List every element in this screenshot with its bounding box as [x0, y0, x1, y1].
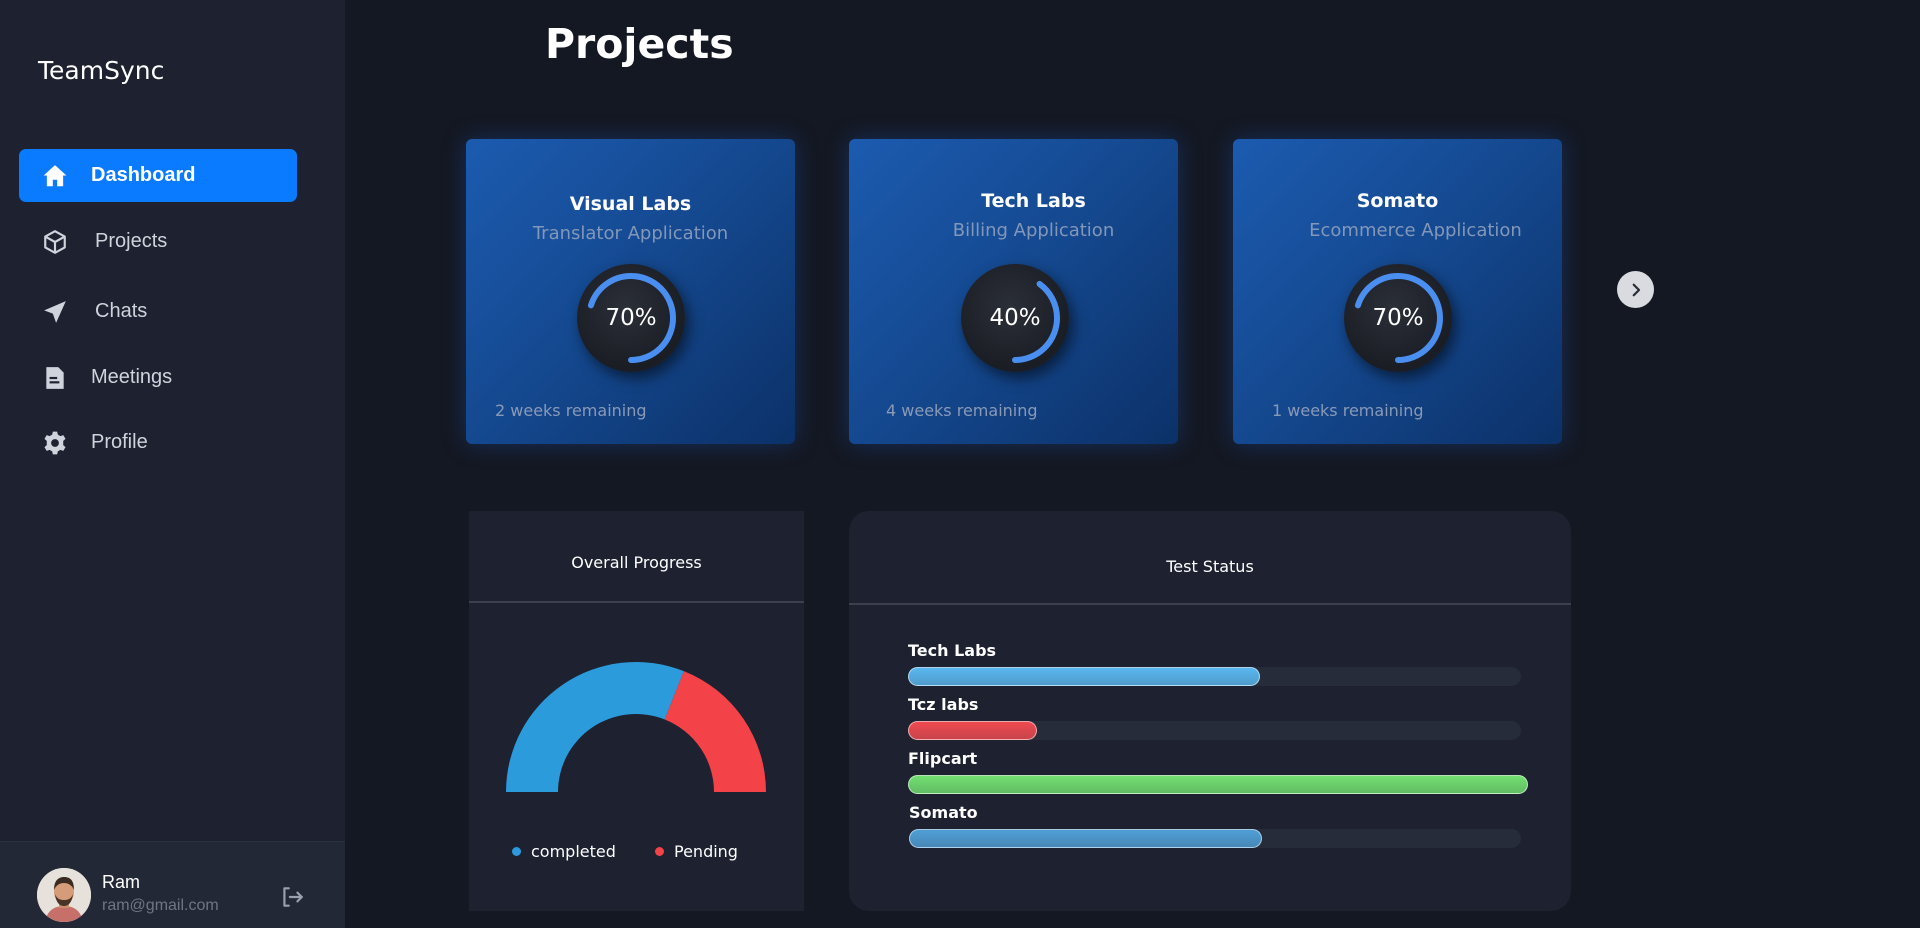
progress-bar-track: [908, 775, 1528, 794]
chevron-right-icon: [1632, 283, 1640, 296]
progress-ring: 40%: [961, 264, 1069, 372]
progress-percent: 70%: [605, 305, 657, 331]
progress-donut-chart: [506, 662, 766, 792]
project-name: Visual Labs: [569, 193, 692, 215]
sidebar-item-label: Profile: [91, 431, 148, 453]
project-card[interactable]: Tech Labs Billing Application 40% 4 week…: [849, 139, 1178, 444]
legend-item-completed: completed: [512, 842, 616, 861]
bar-label: Flipcart: [908, 749, 978, 768]
user-email: ram@gmail.com: [102, 897, 219, 914]
document-icon: [41, 364, 69, 392]
progress-bar-track: [909, 829, 1521, 848]
page-title: Projects: [545, 20, 734, 68]
overall-progress-panel: Overall Progress completed Pending: [469, 511, 804, 911]
donut-slice-completed: [506, 662, 684, 792]
divider: [469, 601, 804, 603]
sidebar-item-label: Chats: [95, 300, 148, 322]
home-icon: [41, 162, 69, 190]
sidebar-item-label: Dashboard: [91, 164, 196, 186]
logout-icon[interactable]: [279, 884, 305, 910]
sidebar-item-profile[interactable]: Profile: [19, 416, 297, 469]
sidebar-item-dashboard[interactable]: Dashboard: [19, 149, 297, 202]
project-name: Tech Labs: [981, 190, 1086, 212]
brand-logo: TeamSync: [38, 56, 165, 85]
avatar[interactable]: [37, 868, 91, 922]
project-app: Billing Application: [952, 220, 1115, 241]
legend-swatch: [655, 847, 664, 856]
sidebar-item-meetings[interactable]: Meetings: [19, 351, 297, 404]
progress-bar-track: [908, 721, 1521, 740]
progress-percent: 70%: [1372, 305, 1424, 331]
donut-slice-pending: [664, 671, 766, 792]
bar-label: Tcz labs: [908, 695, 979, 714]
progress-bar-fill: [908, 667, 1261, 686]
sidebar-item-chats[interactable]: Chats: [19, 285, 297, 338]
divider: [849, 603, 1571, 605]
user-panel: Ram ram@gmail.com: [0, 841, 345, 928]
gear-icon: [41, 429, 69, 457]
progress-bar-fill: [908, 721, 1037, 740]
sidebar: TeamSync Dashboard Projects Chats Meetin…: [0, 0, 345, 928]
project-card[interactable]: Somato Ecommerce Application 70% 1 weeks…: [1233, 139, 1562, 444]
time-remaining: 4 weeks remaining: [886, 401, 1038, 420]
progress-percent: 40%: [989, 305, 1041, 331]
project-app: Ecommerce Application: [1309, 220, 1522, 241]
progress-bar-track: [908, 667, 1521, 686]
progress-bar-fill: [909, 829, 1263, 848]
send-icon: [41, 298, 69, 326]
bar-label: Somato: [909, 803, 978, 822]
progress-ring: 70%: [1344, 264, 1452, 372]
project-app: Translator Application: [532, 223, 729, 244]
panel-title: Overall Progress: [571, 553, 702, 572]
user-name: Ram: [102, 872, 141, 892]
legend-label: completed: [531, 842, 616, 861]
progress-bar-fill: [908, 775, 1528, 794]
time-remaining: 2 weeks remaining: [495, 401, 647, 420]
sidebar-item-label: Projects: [95, 230, 168, 252]
progress-ring: 70%: [577, 264, 685, 372]
bar-label: Tech Labs: [908, 641, 997, 660]
sidebar-item-projects[interactable]: Projects: [19, 215, 297, 268]
panel-title: Test Status: [1166, 557, 1254, 576]
carousel-next-button[interactable]: [1617, 271, 1654, 308]
legend-item-pending: Pending: [655, 842, 738, 861]
cube-icon: [41, 228, 69, 256]
project-card[interactable]: Visual Labs Translator Application 70% 2…: [466, 139, 795, 444]
project-name: Somato: [1356, 190, 1439, 212]
sidebar-item-label: Meetings: [91, 366, 173, 388]
time-remaining: 1 weeks remaining: [1272, 401, 1424, 420]
test-status-panel: Test Status Tech Labs Tcz labs Flipcart …: [849, 511, 1571, 911]
legend-swatch: [512, 847, 521, 856]
legend-label: Pending: [674, 842, 738, 861]
